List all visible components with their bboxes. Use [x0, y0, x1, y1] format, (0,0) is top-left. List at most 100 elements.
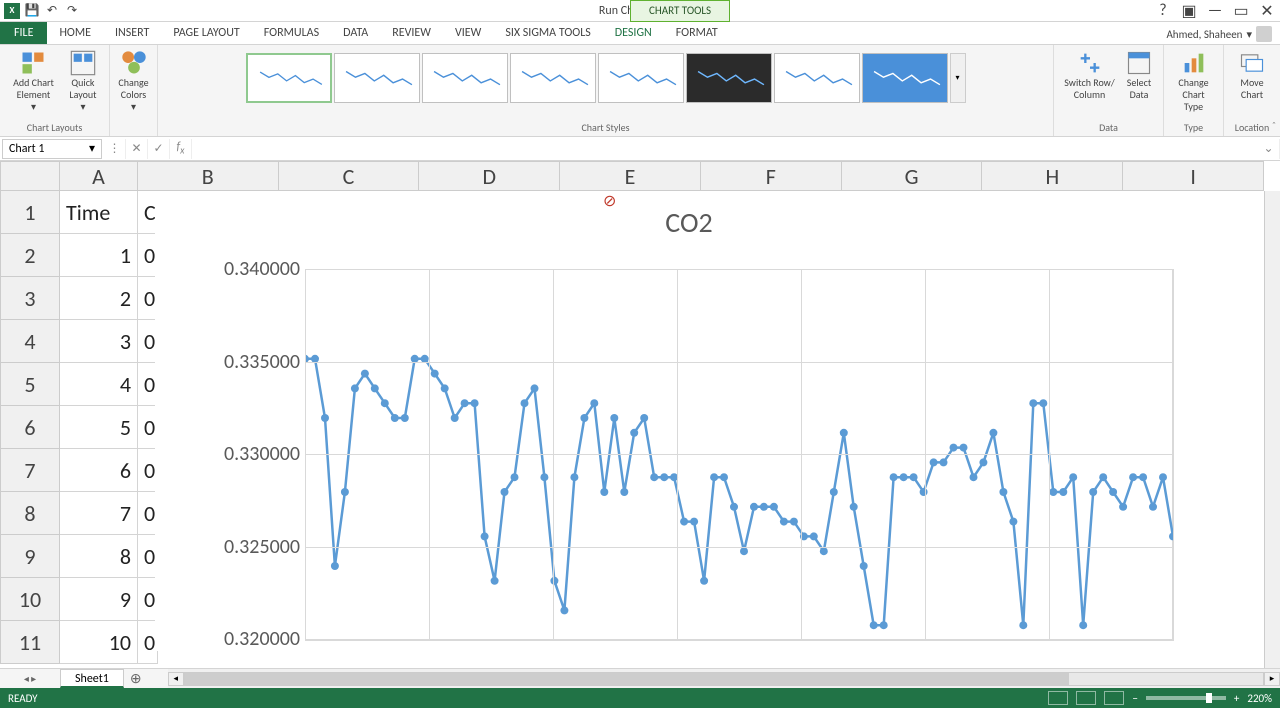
chart-style-4[interactable] — [510, 53, 596, 103]
sheet-tab[interactable]: Sheet1 — [60, 669, 124, 688]
file-tab[interactable]: FILE — [0, 22, 47, 44]
row-header-1[interactable]: 1 — [0, 191, 60, 234]
cell-A5[interactable]: 4 — [60, 363, 138, 406]
add-element-label: Add Chart Element — [10, 77, 57, 101]
zoom-out-button[interactable]: − — [1132, 692, 1137, 705]
y-tick-label: 0.325000 — [224, 535, 300, 559]
spacer: ⋮ — [104, 139, 126, 159]
help-icon[interactable]: ? — [1154, 2, 1172, 20]
tab-review[interactable]: REVIEW — [380, 22, 443, 44]
column-header-A[interactable]: A — [60, 161, 138, 191]
chart-plot-area[interactable]: 0.3400000.3350000.3300000.3250000.320000 — [175, 269, 1173, 641]
redo-icon[interactable]: ↷ — [64, 3, 80, 19]
cell-A2[interactable]: 1 — [60, 234, 138, 277]
vertical-scrollbar[interactable] — [1264, 191, 1280, 668]
column-header-F[interactable]: F — [701, 161, 842, 191]
add-chart-element-button[interactable]: Add Chart Element ▾ — [6, 49, 61, 115]
column-header-C[interactable]: C — [279, 161, 420, 191]
column-header-B[interactable]: B — [138, 161, 279, 191]
chart-style-6[interactable] — [686, 53, 772, 103]
add-sheet-button[interactable]: ⊕ — [124, 669, 148, 688]
cell-A11[interactable]: 10 — [60, 621, 138, 664]
tab-page-layout[interactable]: PAGE LAYOUT — [161, 22, 251, 44]
tab-formulas[interactable]: FORMULAS — [252, 22, 331, 44]
ribbon-options-icon[interactable]: ▣ — [1180, 2, 1198, 20]
row-header-8[interactable]: 8 — [0, 492, 60, 535]
chart-style-5[interactable] — [598, 53, 684, 103]
scroll-right-icon[interactable]: ▸ — [1264, 672, 1280, 686]
cell-A1[interactable]: Time — [60, 191, 138, 234]
tab-data[interactable]: DATA — [331, 22, 380, 44]
row-header-11[interactable]: 11 — [0, 621, 60, 664]
expand-formula-icon[interactable]: ⌄ — [1258, 139, 1280, 159]
chart-title[interactable]: CO2 — [155, 205, 1223, 240]
chart-style-2[interactable] — [334, 53, 420, 103]
chart-object[interactable]: CO2 0.3400000.3350000.3300000.3250000.32… — [155, 191, 1223, 651]
cell-A6[interactable]: 5 — [60, 406, 138, 449]
zoom-slider[interactable] — [1146, 696, 1226, 700]
normal-view-button[interactable] — [1048, 691, 1068, 705]
cell-A8[interactable]: 7 — [60, 492, 138, 535]
close-icon[interactable]: ✕ — [1258, 2, 1276, 20]
cell-A7[interactable]: 6 — [60, 449, 138, 492]
cell-A4[interactable]: 3 — [60, 320, 138, 363]
chart-style-3[interactable] — [422, 53, 508, 103]
column-header-E[interactable]: E — [560, 161, 701, 191]
switch-row-column-button[interactable]: Switch Row/ Column — [1060, 49, 1119, 103]
chart-style-1[interactable] — [246, 53, 332, 103]
tab-insert[interactable]: INSERT — [103, 22, 161, 44]
cell-A10[interactable]: 9 — [60, 578, 138, 621]
cancel-formula-icon[interactable]: ✕ — [126, 139, 148, 159]
column-header-G[interactable]: G — [842, 161, 983, 191]
select-all-button[interactable] — [0, 161, 60, 191]
name-box[interactable]: Chart 1 ▾ — [2, 139, 102, 159]
gridline — [305, 269, 306, 641]
chart-style-7[interactable] — [774, 53, 860, 103]
row-header-6[interactable]: 6 — [0, 406, 60, 449]
tab-six-sigma-tools[interactable]: SIX SIGMA TOOLS — [493, 22, 602, 44]
row-header-5[interactable]: 5 — [0, 363, 60, 406]
tab-home[interactable]: HOME — [47, 22, 103, 44]
undo-icon[interactable]: ↶ — [44, 3, 60, 19]
account-name[interactable]: Ahmed, Shaheen ▾ — [1166, 26, 1272, 42]
horizontal-scrollbar[interactable]: ◂ ▸ — [168, 669, 1280, 688]
select-data-button[interactable]: Select Data — [1121, 49, 1157, 103]
move-chart-button[interactable]: Move Chart — [1230, 49, 1274, 103]
column-header-I[interactable]: I — [1123, 161, 1264, 191]
chart-style-8[interactable] — [862, 53, 948, 103]
fx-icon[interactable]: fx — [170, 139, 192, 159]
restore-icon[interactable]: ▭ — [1232, 2, 1250, 20]
location-group-label: Location — [1235, 121, 1269, 134]
page-layout-view-button[interactable] — [1076, 691, 1096, 705]
minimize-icon[interactable]: — — [1206, 2, 1224, 20]
zoom-level[interactable]: 220% — [1247, 692, 1272, 705]
zoom-in-button[interactable]: + — [1234, 692, 1239, 705]
cell-A3[interactable]: 2 — [60, 277, 138, 320]
row-header-9[interactable]: 9 — [0, 535, 60, 578]
tab-view[interactable]: VIEW — [443, 22, 493, 44]
row-header-3[interactable]: 3 — [0, 277, 60, 320]
change-colors-button[interactable]: Change Colors ▾ — [114, 49, 152, 115]
row-header-10[interactable]: 10 — [0, 578, 60, 621]
accept-formula-icon[interactable]: ✓ — [148, 139, 170, 159]
save-icon[interactable]: 💾 — [24, 3, 40, 19]
gallery-more-button[interactable]: ▾ — [950, 53, 966, 103]
change-chart-type-button[interactable]: Change Chart Type — [1170, 49, 1217, 115]
sheet-nav[interactable]: ◂ ▸ — [0, 669, 60, 688]
scroll-left-icon[interactable]: ◂ — [168, 672, 184, 686]
row-header-2[interactable]: 2 — [0, 234, 60, 277]
column-header-D[interactable]: D — [419, 161, 560, 191]
row-header-7[interactable]: 7 — [0, 449, 60, 492]
row-header-4[interactable]: 4 — [0, 320, 60, 363]
tab-design[interactable]: DESIGN — [603, 22, 664, 44]
quick-layout-button[interactable]: Quick Layout ▾ — [63, 49, 103, 115]
page-break-view-button[interactable] — [1104, 691, 1124, 705]
collapse-ribbon-icon[interactable]: ˆ — [1272, 119, 1276, 132]
column-header-H[interactable]: H — [982, 161, 1123, 191]
gridline — [677, 269, 678, 641]
tab-format[interactable]: FORMAT — [664, 22, 730, 44]
formula-input[interactable] — [192, 139, 1258, 159]
cell-A9[interactable]: 8 — [60, 535, 138, 578]
chevron-down-icon: ▾ — [1246, 28, 1252, 41]
y-tick-label: 0.320000 — [224, 627, 300, 651]
